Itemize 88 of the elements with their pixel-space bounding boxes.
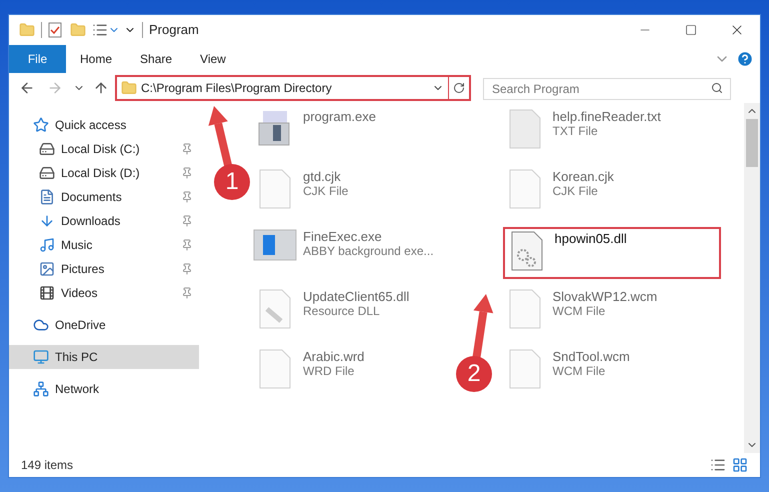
file-name: Arabic.wrd xyxy=(303,349,364,364)
ribbon-tab[interactable]: Home xyxy=(66,45,126,73)
details-view-icon[interactable] xyxy=(710,457,726,473)
window-title: Program xyxy=(149,21,199,40)
cloud-icon xyxy=(33,317,49,333)
film-icon xyxy=(39,285,55,301)
network-icon xyxy=(33,381,49,397)
scrollbar[interactable] xyxy=(744,103,760,453)
pin-icon[interactable] xyxy=(181,167,193,179)
window-icon xyxy=(253,229,297,261)
scroll-thumb[interactable] xyxy=(746,119,758,167)
file-item[interactable]: SndTool.wcm WCM File xyxy=(502,349,630,401)
file-item[interactable]: hpowin05.dll xyxy=(502,227,720,279)
file-type: WRD File xyxy=(303,364,356,379)
file-name: SlovakWP12.wcm xyxy=(552,289,658,304)
ribbon-tab[interactable]: View xyxy=(186,45,240,73)
pin-icon[interactable] xyxy=(181,215,193,227)
file-name: gtd.cjk xyxy=(303,169,342,184)
file-icon xyxy=(508,289,540,329)
ribbon-tab[interactable]: Share xyxy=(126,45,186,73)
sidebar-item[interactable]: Network xyxy=(9,377,199,401)
pin-icon[interactable] xyxy=(181,143,193,155)
picture-icon xyxy=(39,261,55,277)
properties-icon[interactable] xyxy=(92,22,108,38)
settings-file-icon xyxy=(259,289,291,329)
file-type: Resource DLL xyxy=(303,304,381,319)
file-icon xyxy=(259,169,291,209)
drive-icon xyxy=(39,141,55,157)
file-item[interactable]: SlovakWP12.wcm WCM File xyxy=(502,289,658,341)
gear-file-icon xyxy=(510,231,542,271)
file-name: FineExec.exe xyxy=(303,229,383,244)
sidebar-item[interactable]: Documents xyxy=(9,185,199,209)
search-field[interactable]: Search Program xyxy=(483,78,731,100)
file-name: SndTool.wcm xyxy=(552,349,630,364)
music-icon xyxy=(39,237,55,253)
search-icon[interactable] xyxy=(711,82,723,94)
file-name: program.exe xyxy=(303,109,376,124)
file-type: WCM File xyxy=(552,364,606,379)
folder-icon xyxy=(121,80,137,96)
file-item[interactable]: Korean.cjk CJK File xyxy=(502,169,614,221)
file-name: Korean.cjk xyxy=(552,169,614,184)
pin-icon[interactable] xyxy=(181,287,193,299)
drive-icon xyxy=(39,165,55,181)
pin-icon[interactable] xyxy=(181,263,193,275)
file-name: hpowin05.dll xyxy=(554,231,627,246)
file-type: CJK File xyxy=(552,184,599,199)
file-item[interactable]: help.fineReader.txt TXT File xyxy=(502,109,661,161)
sidebar-item[interactable]: This PC xyxy=(9,345,199,369)
download-icon xyxy=(39,213,55,229)
sidebar-item[interactable]: Quick access xyxy=(9,113,199,137)
file-type: WCM File xyxy=(552,304,606,319)
file-item[interactable]: gtd.cjk CJK File xyxy=(253,169,348,221)
file-icon xyxy=(508,109,540,149)
up-button[interactable] xyxy=(93,80,109,96)
pin-icon[interactable] xyxy=(181,239,193,251)
item-count: 149 items xyxy=(21,457,74,474)
sidebar-item[interactable]: Local Disk (C:) xyxy=(9,137,199,161)
file-name: UpdateClient65.dll xyxy=(303,289,410,304)
file-item[interactable]: FineExec.exe ABBY background exe... xyxy=(253,229,434,281)
address-bar[interactable]: C:\Program Files\Program Directory xyxy=(115,75,471,101)
pin-icon[interactable] xyxy=(181,191,193,203)
file-item[interactable]: program.exe xyxy=(253,109,376,161)
sidebar-item[interactable]: OneDrive xyxy=(9,313,199,337)
file-icon xyxy=(259,349,291,389)
back-button[interactable] xyxy=(19,80,35,96)
checklist-icon[interactable] xyxy=(48,22,62,38)
file-type: CJK File xyxy=(303,184,348,199)
refresh-icon[interactable] xyxy=(453,82,465,94)
help-icon[interactable] xyxy=(736,50,754,68)
star-icon xyxy=(33,117,49,133)
tiles-view-icon[interactable] xyxy=(732,457,748,473)
sidebar-item[interactable]: Local Disk (D:) xyxy=(9,161,199,185)
file-icon xyxy=(508,349,540,389)
file-type: ABBY background exe... xyxy=(303,244,434,259)
monitor-icon xyxy=(33,349,49,365)
document-icon xyxy=(39,189,55,205)
address-path: C:\Program Files\Program Directory xyxy=(141,80,333,97)
file-icon xyxy=(508,169,540,209)
sidebar-item[interactable]: Music xyxy=(9,233,199,257)
sidebar-item[interactable]: Pictures xyxy=(9,257,199,281)
file-name: help.fineReader.txt xyxy=(552,109,661,124)
file-menu-tab[interactable]: File xyxy=(9,45,66,73)
sidebar-item[interactable]: Videos xyxy=(9,281,199,305)
file-item[interactable]: Arabic.wrd WRD File xyxy=(253,349,364,401)
forward-button[interactable] xyxy=(47,80,63,96)
file-type: TXT File xyxy=(552,124,599,139)
sidebar-item[interactable]: Downloads xyxy=(9,209,199,233)
file-item[interactable]: UpdateClient65.dll Resource DLL xyxy=(253,289,410,341)
